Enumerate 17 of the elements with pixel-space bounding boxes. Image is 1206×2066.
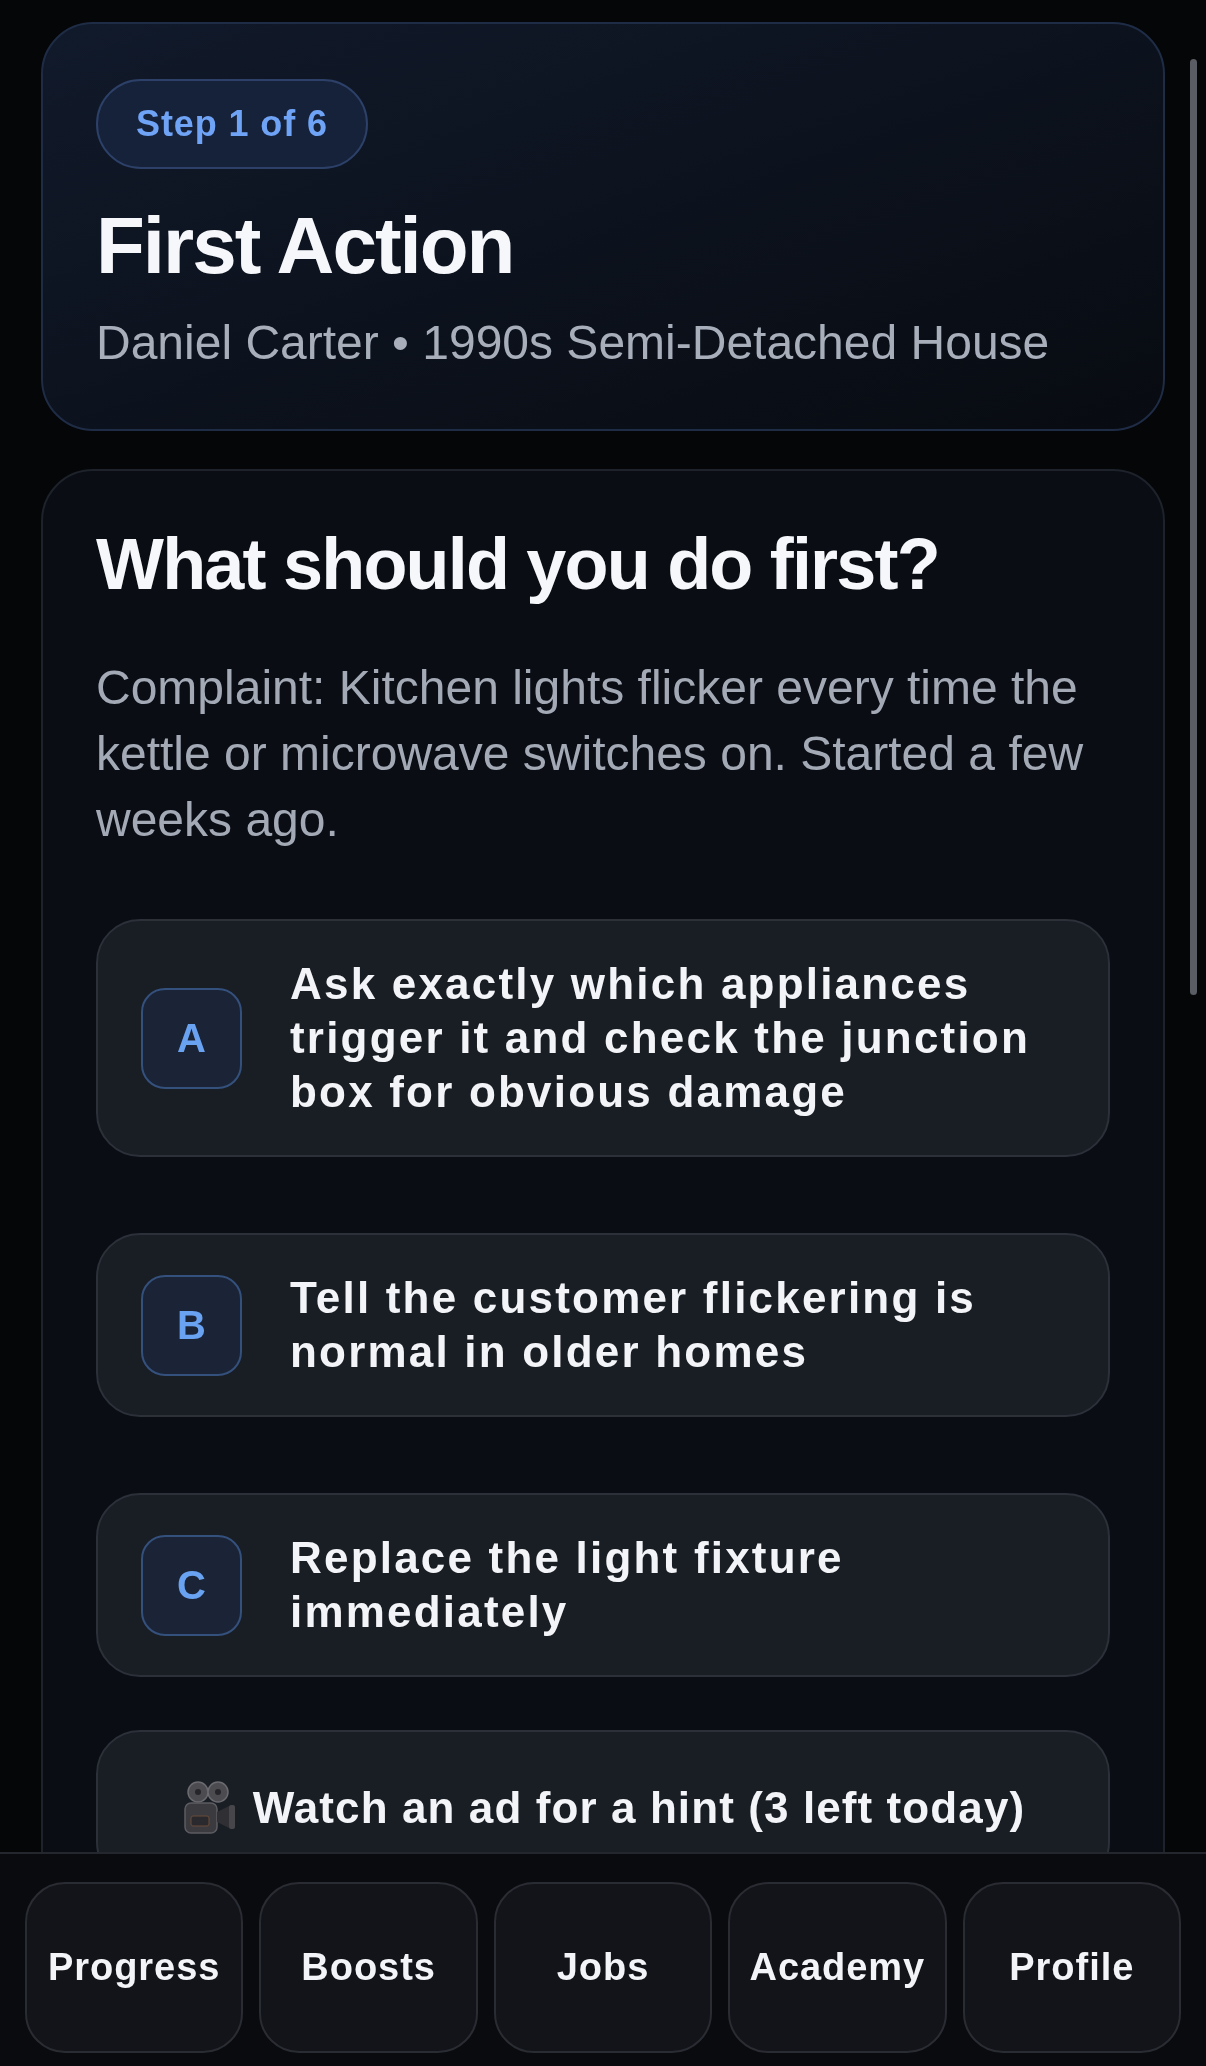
option-letter-badge: B (141, 1274, 242, 1376)
question-title: What should you do first? (96, 524, 940, 604)
step-badge: Step 1 of 6 (96, 79, 368, 169)
answer-option[interactable]: A Ask exactly which appliances trigger it and check the junction box for obvious damage (96, 919, 1110, 1157)
subtitle: Daniel Carter • 1990s Semi-Detached House (96, 316, 1051, 370)
hint-button[interactable]: Watch an ad for a hint (3 left today) (96, 1730, 1110, 1852)
nav-tab[interactable]: Boosts (259, 1882, 478, 2053)
option-letter-badge: A (141, 987, 242, 1089)
nav-tab[interactable]: Jobs (493, 1882, 713, 2053)
nav-tab[interactable]: Academy (728, 1882, 947, 2053)
nav-tab[interactable]: Progress (25, 1882, 244, 2053)
complaint-text: Complaint: Kitchen lights flicker every time the kettle or microwave switches on. Started a few weeks ago. (96, 660, 1085, 848)
answer-option[interactable]: C Replace the light fixture immediately (96, 1493, 1110, 1677)
answer-option[interactable]: B Tell the customer flickering is normal in older homes (96, 1233, 1110, 1417)
option-letter-badge: C (141, 1534, 242, 1636)
nav-tab[interactable]: Profile (962, 1882, 1181, 2053)
screen-title: First Action (96, 204, 515, 288)
